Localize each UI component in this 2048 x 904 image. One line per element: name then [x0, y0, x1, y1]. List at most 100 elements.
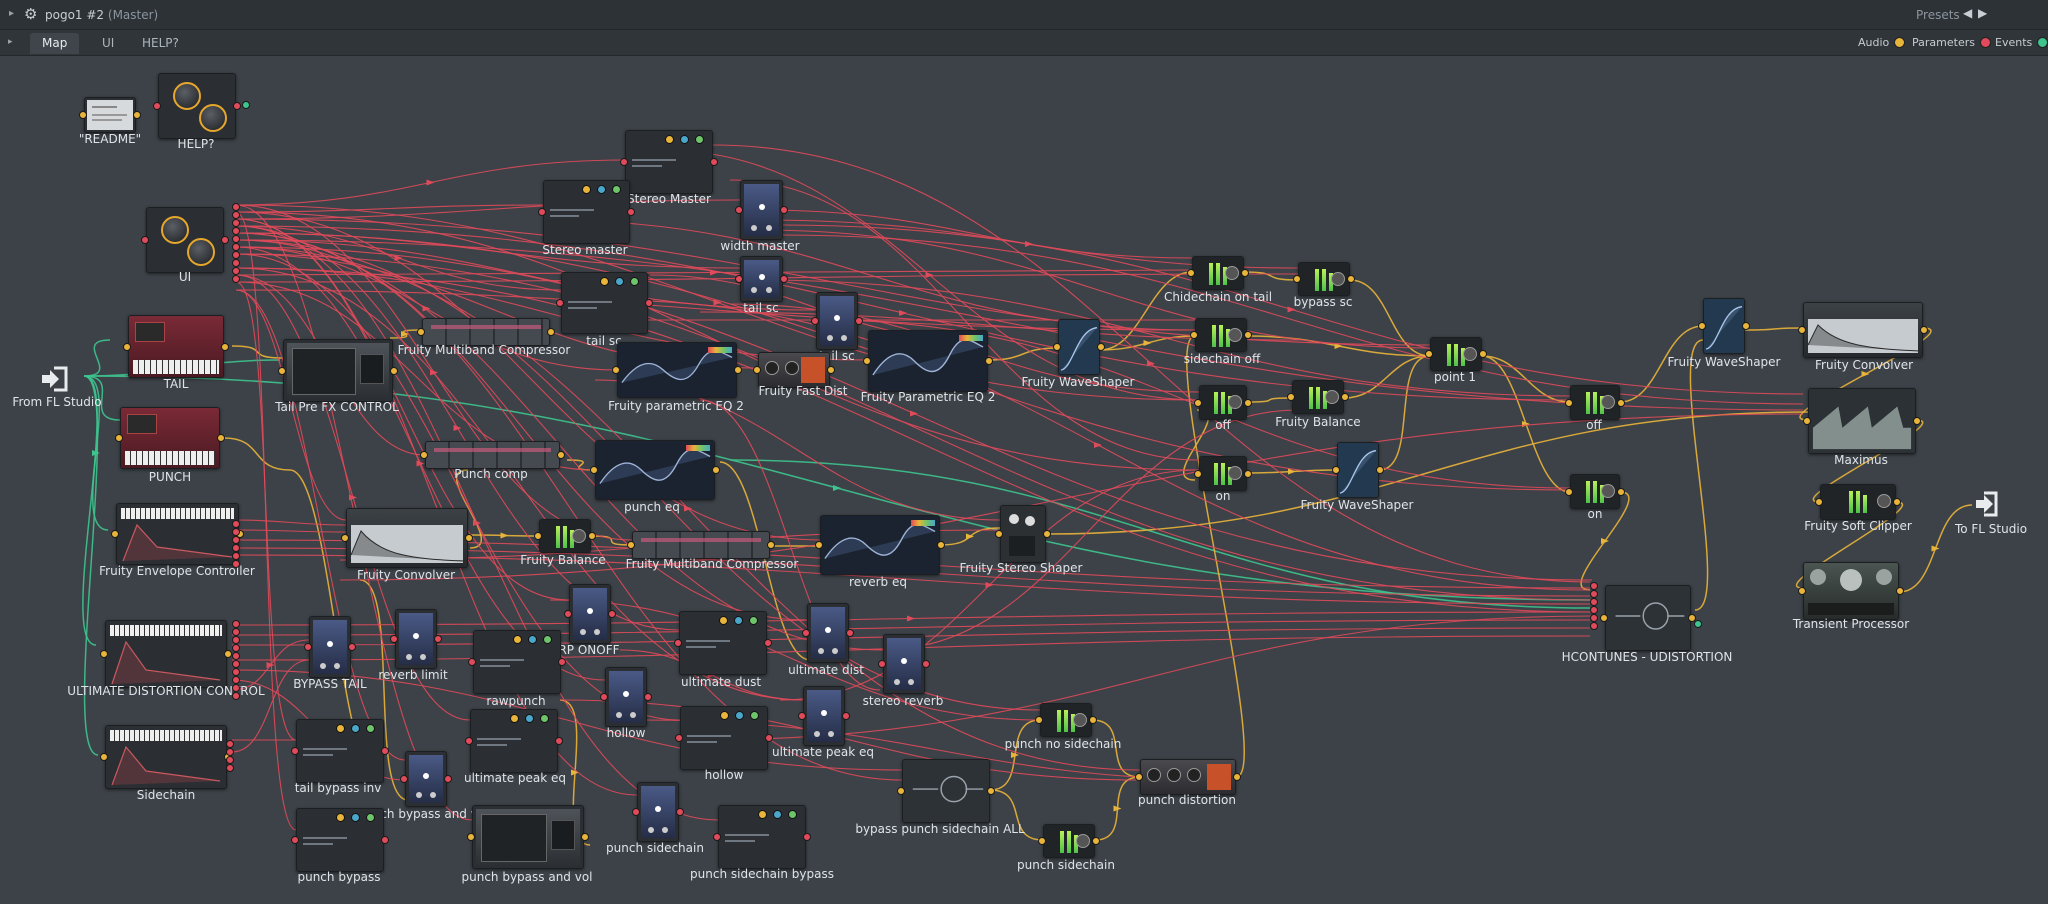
input-pin[interactable] [123, 342, 131, 351]
input-pin[interactable] [1187, 269, 1195, 277]
output-pin[interactable] [1479, 350, 1487, 358]
input-pin[interactable] [341, 534, 349, 542]
parameter-pin[interactable] [1590, 622, 1598, 630]
input-pin[interactable] [735, 206, 743, 214]
readme-plugin[interactable] [84, 97, 136, 133]
punch-plugin[interactable] [120, 407, 220, 469]
input-pin[interactable] [620, 158, 628, 166]
input-pin[interactable] [1035, 716, 1043, 724]
udc-plugin[interactable] [105, 620, 227, 688]
output-pin[interactable] [710, 158, 718, 166]
ultimate_peak_eq2-plugin[interactable] [803, 686, 845, 746]
output-pin[interactable] [1896, 587, 1904, 595]
parameter-pin[interactable] [232, 652, 240, 660]
input-pin[interactable] [115, 434, 123, 442]
fast_dist-plugin[interactable] [758, 352, 830, 388]
input-pin[interactable] [1803, 417, 1811, 425]
convolver-plugin[interactable] [346, 508, 468, 568]
output-pin[interactable] [1244, 469, 1252, 478]
to_fl-node[interactable] [1972, 487, 2010, 523]
tail_pre-plugin[interactable] [283, 339, 393, 402]
waveshaper2-plugin[interactable] [1337, 442, 1379, 498]
convolver_r-plugin[interactable] [1803, 302, 1923, 358]
parameter-pin[interactable] [232, 243, 240, 251]
parameter-pin[interactable] [232, 219, 240, 227]
bypass_tail-plugin[interactable] [309, 616, 351, 678]
input-pin[interactable] [534, 532, 542, 540]
input-pin[interactable] [538, 208, 546, 216]
output-pin[interactable] [608, 610, 616, 618]
punch_distortion-plugin[interactable] [1140, 759, 1236, 795]
output-pin[interactable] [1043, 530, 1051, 538]
output-pin[interactable] [434, 635, 442, 643]
input-pin[interactable] [1038, 837, 1046, 845]
gear-icon[interactable]: ⚙ [24, 5, 37, 23]
parameter-pin[interactable] [232, 227, 240, 235]
parameter-pin[interactable] [232, 235, 240, 243]
input-pin[interactable] [417, 328, 425, 336]
toggle-audio[interactable]: Audio [1858, 36, 1906, 49]
input-pin[interactable] [465, 737, 473, 745]
output-pin[interactable] [1376, 466, 1384, 474]
input-pin[interactable] [1565, 398, 1573, 407]
parameter-pin[interactable] [1590, 582, 1598, 590]
ui-plugin[interactable] [146, 207, 224, 273]
stereo_master-plugin[interactable] [543, 180, 630, 244]
output-pin[interactable] [645, 299, 653, 307]
punch_bypass_vol2-plugin[interactable] [472, 805, 584, 869]
output-pin[interactable] [1347, 275, 1355, 283]
input-pin[interactable] [556, 299, 564, 307]
output-pin[interactable] [465, 534, 473, 542]
bypass_sc-plugin[interactable] [1298, 262, 1350, 296]
input-pin[interactable] [1190, 331, 1198, 339]
punch_sidechain2-plugin[interactable] [1043, 824, 1095, 858]
output-pin[interactable] [1920, 326, 1928, 334]
output-pin[interactable] [987, 787, 995, 795]
on2-plugin[interactable] [1570, 474, 1620, 509]
input-pin[interactable] [802, 629, 810, 637]
parameter-pin[interactable] [232, 211, 240, 219]
input-pin[interactable] [1194, 398, 1202, 407]
chide-plugin[interactable] [1192, 256, 1244, 290]
hollow2-plugin[interactable] [680, 706, 768, 770]
rp_onoff-plugin[interactable] [569, 584, 611, 644]
input-pin[interactable] [878, 660, 886, 668]
punch_bypass_vol1-plugin[interactable] [405, 751, 447, 807]
parameter-pin[interactable] [232, 544, 240, 552]
output-pin[interactable] [764, 639, 772, 647]
output-pin[interactable] [1742, 322, 1750, 330]
parameter-pin[interactable] [226, 764, 234, 772]
parameter-pin[interactable] [232, 203, 240, 211]
input-pin[interactable] [897, 787, 905, 795]
punch_bypass-plugin[interactable] [296, 808, 384, 872]
multiband1-plugin[interactable] [422, 318, 550, 346]
output-pin[interactable] [922, 660, 930, 668]
input-pin[interactable] [291, 747, 299, 755]
output-pin[interactable] [381, 747, 389, 755]
parameter-pin[interactable] [232, 628, 240, 636]
audio-wire[interactable] [223, 437, 291, 471]
input-pin[interactable] [863, 357, 871, 365]
input-pin[interactable] [468, 658, 476, 666]
tab-map[interactable]: Map [30, 33, 80, 54]
output-pin[interactable] [221, 342, 229, 351]
output-pin[interactable] [588, 532, 596, 540]
output-pin[interactable] [348, 643, 356, 651]
input-pin[interactable] [400, 775, 408, 783]
output-pin[interactable] [1089, 716, 1097, 724]
rawpunch-plugin[interactable] [473, 630, 561, 694]
output-pin[interactable] [1241, 269, 1249, 277]
parameter-pin[interactable] [232, 684, 240, 692]
output-pin[interactable] [855, 317, 863, 325]
input-pin[interactable] [753, 366, 761, 374]
input-pin[interactable] [420, 451, 428, 459]
input-pin[interactable] [1565, 487, 1573, 496]
toggle-events[interactable]: Events [1995, 36, 2048, 49]
audio-wire[interactable] [987, 347, 1059, 361]
width_master-plugin[interactable] [740, 180, 783, 240]
output-pin[interactable] [1893, 498, 1901, 506]
output-pin[interactable] [558, 658, 566, 666]
input-pin[interactable] [153, 102, 161, 110]
output-pin[interactable] [985, 357, 993, 365]
ultimate_peak_eq1-plugin[interactable] [470, 709, 558, 773]
